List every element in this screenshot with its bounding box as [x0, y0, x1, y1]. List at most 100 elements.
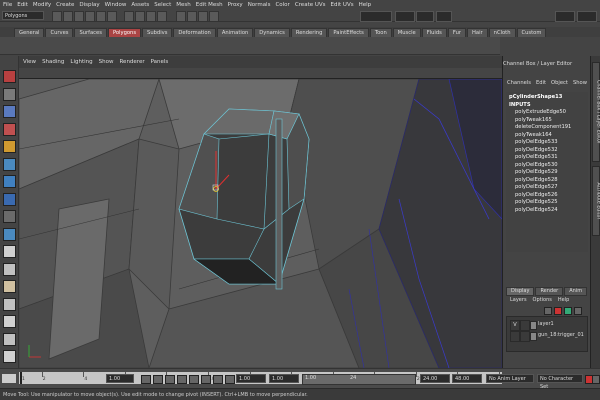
shelf-tab-hair[interactable]: Hair: [467, 28, 488, 37]
menu-edit-uvs[interactable]: Edit UVs: [331, 2, 354, 8]
input-node-item[interactable]: polyDelEdge527: [515, 184, 585, 192]
current-frame-field[interactable]: 1.00: [106, 374, 134, 383]
range-end-field[interactable]: 48.00: [452, 374, 482, 383]
status-field-6[interactable]: [577, 11, 597, 22]
snap-grid-icon[interactable]: [124, 11, 134, 22]
range-slider[interactable]: [302, 374, 416, 385]
layer-tab-render[interactable]: Render: [535, 287, 564, 296]
input-node-item[interactable]: polyTweak164: [515, 132, 585, 140]
current-frame-marker[interactable]: [20, 372, 22, 384]
new-scene-icon[interactable]: [52, 11, 62, 22]
input-node-item[interactable]: polyExtrudeEdge50: [515, 109, 585, 117]
layer-name[interactable]: layer1: [538, 321, 554, 327]
status-field-5[interactable]: [555, 11, 575, 22]
input-node-item[interactable]: polyTweak165: [515, 117, 585, 125]
menu-normals[interactable]: Normals: [248, 2, 271, 8]
step-back-key-icon[interactable]: [153, 375, 163, 384]
shelf-tab-rendering[interactable]: Rendering: [290, 28, 328, 37]
shelf-tab-painteffects[interactable]: PaintEffects: [328, 28, 369, 37]
menu-edit-mesh[interactable]: Edit Mesh: [196, 2, 223, 8]
side-tab-attribute-editor[interactable]: Attribute Editor: [592, 166, 600, 236]
snap-point-icon[interactable]: [146, 11, 156, 22]
input-node-item[interactable]: polyDelEdge525: [515, 199, 585, 207]
side-tab-channel-box[interactable]: Channel Box / Layer Editor: [592, 62, 600, 162]
layer-menu-help[interactable]: Help: [558, 297, 569, 305]
open-scene-icon[interactable]: [63, 11, 73, 22]
step-forward-icon[interactable]: [201, 375, 211, 384]
step-back-icon[interactable]: [165, 375, 175, 384]
menu-help[interactable]: Help: [359, 2, 372, 8]
layer-visibility-toggle[interactable]: [510, 331, 520, 342]
render-settings-icon[interactable]: [209, 11, 219, 22]
shelf-tab-muscle[interactable]: Muscle: [392, 28, 421, 37]
select-tool-icon[interactable]: [3, 70, 16, 83]
layer-new-icon[interactable]: [544, 307, 552, 315]
snap-plane-icon[interactable]: [157, 11, 167, 22]
shelf-tab-custom[interactable]: Custom: [516, 28, 547, 37]
menu-mesh[interactable]: Mesh: [176, 2, 190, 8]
layer-options-icon[interactable]: [574, 307, 582, 315]
menu-proxy[interactable]: Proxy: [228, 2, 243, 8]
shelf-tab-ncloth[interactable]: nCloth: [488, 28, 516, 37]
playback-start-field[interactable]: 1.00: [269, 374, 299, 383]
play-forward-icon[interactable]: [189, 375, 199, 384]
shelf-tab-curves[interactable]: Curves: [45, 28, 74, 37]
menu-assets[interactable]: Assets: [131, 2, 149, 8]
layer-row[interactable]: gun_18:trigger_01: [507, 331, 587, 342]
input-node-item[interactable]: polyDelEdge529: [515, 169, 585, 177]
go-to-end-icon[interactable]: [225, 375, 235, 384]
shelf-tab-dynamics[interactable]: Dynamics: [254, 28, 290, 37]
save-scene-icon[interactable]: [74, 11, 84, 22]
last-tool-icon[interactable]: [3, 227, 16, 241]
layer-template-toggle[interactable]: [520, 331, 530, 342]
channel-menu-show[interactable]: Show: [573, 80, 587, 90]
move-tool-icon[interactable]: [3, 122, 16, 136]
extra-layout-icon[interactable]: [3, 350, 16, 363]
history-icon[interactable]: [176, 11, 186, 22]
menu-window[interactable]: Window: [105, 2, 127, 8]
menu-file[interactable]: File: [3, 2, 12, 8]
viewport-menu-view[interactable]: View: [23, 59, 36, 65]
status-field-3[interactable]: [416, 11, 434, 22]
select-object-icon[interactable]: [96, 11, 106, 22]
menu-modify[interactable]: Modify: [33, 2, 51, 8]
layer-visibility-toggle[interactable]: V: [510, 320, 520, 331]
single-pane-icon[interactable]: [3, 245, 16, 258]
mode-selector[interactable]: Polygons: [2, 11, 44, 20]
channel-menu-object[interactable]: Object: [551, 80, 568, 90]
menu-color[interactable]: Color: [275, 2, 289, 8]
anim-prefs-icon[interactable]: [592, 375, 600, 384]
layer-color-swatch[interactable]: [530, 321, 537, 330]
layer-menu-layers[interactable]: Layers: [510, 297, 527, 305]
go-to-start-icon[interactable]: [141, 375, 151, 384]
playback-end-field[interactable]: 24.00: [420, 374, 450, 383]
layer-tab-anim[interactable]: Anim: [564, 287, 588, 296]
persp-graph-icon[interactable]: [3, 297, 16, 311]
viewport-menu-show[interactable]: Show: [99, 59, 114, 65]
ipr-icon[interactable]: [198, 11, 208, 22]
channel-menu-channels[interactable]: Channels: [507, 80, 531, 90]
viewport-menu-lighting[interactable]: Lighting: [70, 59, 92, 65]
status-field-2[interactable]: [395, 11, 415, 22]
menu-create[interactable]: Create: [56, 2, 74, 8]
shelf-tab-general[interactable]: General: [14, 28, 45, 37]
step-forward-key-icon[interactable]: [213, 375, 223, 384]
input-node-item[interactable]: polyDelEdge528: [515, 177, 585, 185]
persp-outliner-icon[interactable]: [3, 280, 16, 293]
menu-edit[interactable]: Edit: [17, 2, 28, 8]
soft-mod-icon[interactable]: [3, 192, 16, 206]
shelf-tab-fur[interactable]: Fur: [447, 28, 466, 37]
3d-viewport[interactable]: [19, 79, 502, 368]
layer-template-toggle[interactable]: [520, 320, 530, 331]
layer-menu-options[interactable]: Options: [533, 297, 552, 305]
shelf-tab-polygons[interactable]: Polygons: [107, 28, 142, 37]
shape-node-name[interactable]: pCylinderShape13: [509, 94, 585, 102]
channel-menu-edit[interactable]: Edit: [536, 80, 546, 90]
status-field-4[interactable]: [436, 11, 452, 22]
shelf-tab-toon[interactable]: Toon: [369, 28, 392, 37]
play-back-icon[interactable]: [177, 375, 187, 384]
layer-row[interactable]: Vlayer1: [507, 320, 587, 331]
input-node-item[interactable]: polyDelEdge532: [515, 147, 585, 155]
input-node-item[interactable]: polyDelEdge531: [515, 154, 585, 162]
snap-curve-icon[interactable]: [135, 11, 145, 22]
